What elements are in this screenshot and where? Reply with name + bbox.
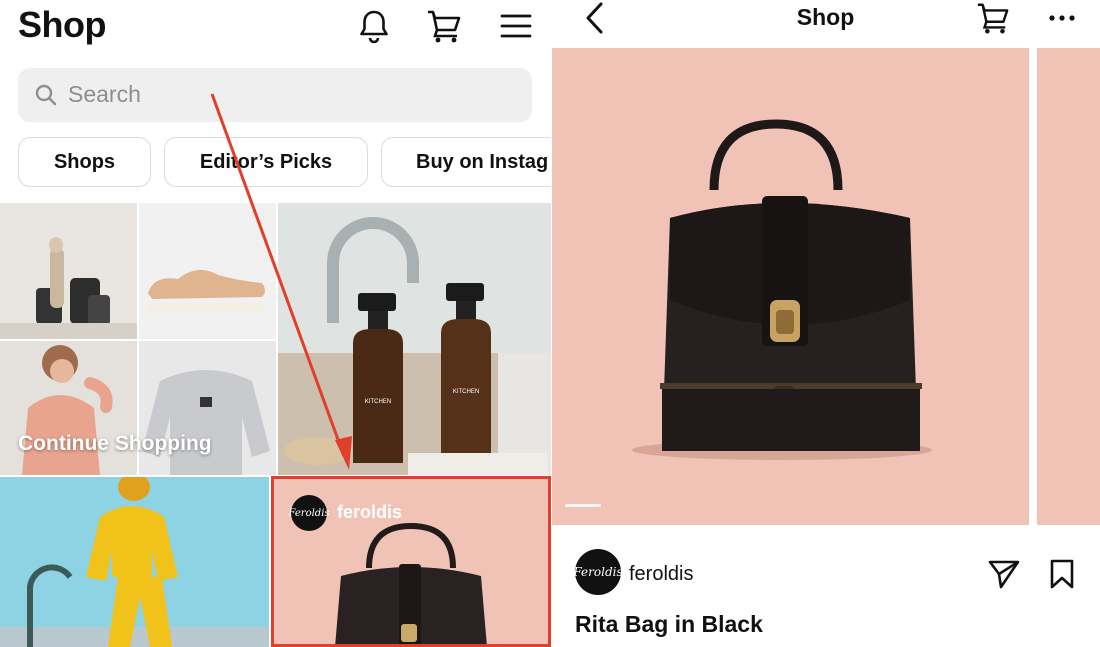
annotation-arrow	[210, 93, 352, 470]
product-detail-screen: Shop Feroldis feroldis Rita Bag in Black	[551, 0, 1100, 647]
brand-name-link[interactable]: feroldis	[629, 563, 693, 586]
product-image[interactable]	[552, 48, 1029, 525]
share-icon[interactable]	[982, 556, 1026, 592]
bookmark-icon[interactable]	[1040, 556, 1084, 592]
cart-icon[interactable]	[971, 0, 1015, 36]
next-product-image[interactable]	[1037, 48, 1100, 525]
black-bag-image	[632, 119, 932, 460]
shop-home-screen: Shop Search Shops Editor’s Picks Buy on …	[0, 0, 551, 647]
product-title: Rita Bag in Black	[575, 611, 763, 637]
feroldis-avatar[interactable]: Feroldis	[573, 549, 623, 595]
more-icon[interactable]	[1040, 0, 1084, 36]
image-progress-indicator	[565, 504, 601, 507]
page-title: Shop	[796, 4, 855, 30]
